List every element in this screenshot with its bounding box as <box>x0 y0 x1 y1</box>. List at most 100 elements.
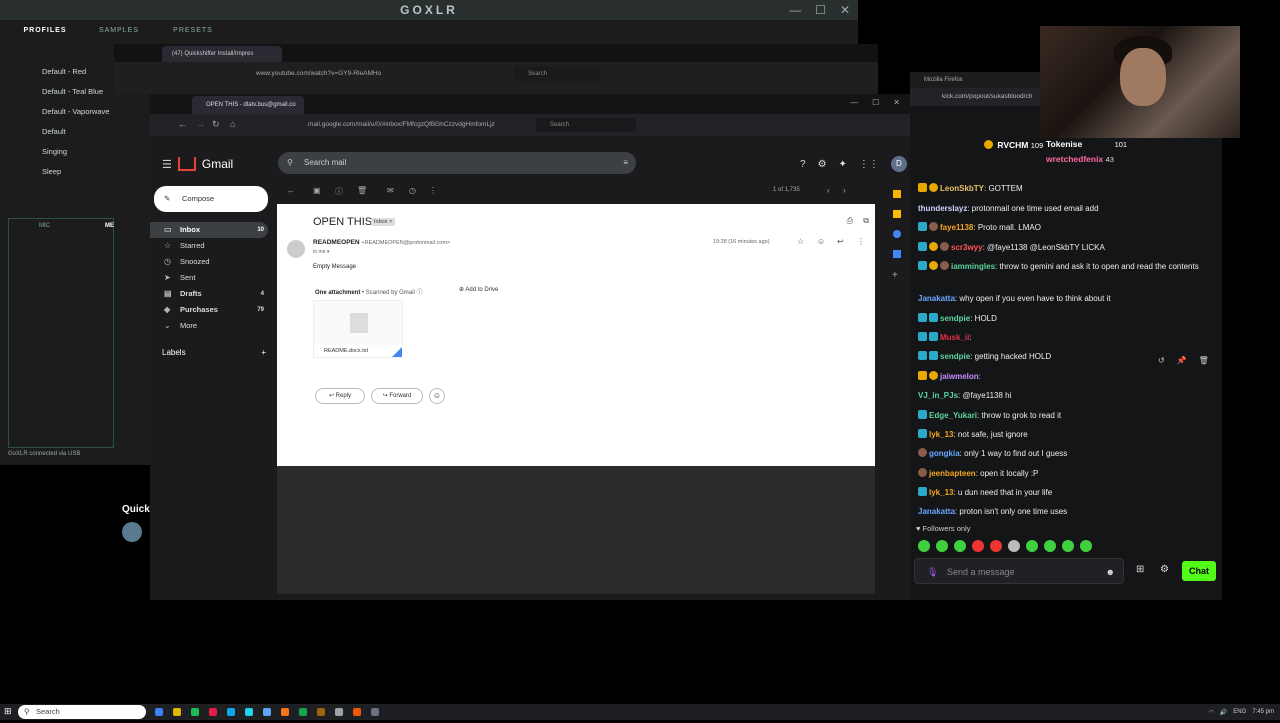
chat-message[interactable]: jeenbapteen: open it locally :P <box>918 468 1216 480</box>
spotify-icon[interactable] <box>191 708 199 716</box>
maximize-icon[interactable]: ☐ <box>815 3 826 17</box>
reload-icon[interactable]: ↻ <box>212 119 220 130</box>
chat-message[interactable]: lyk_13: not safe, just ignore <box>918 429 1216 441</box>
gear-icon[interactable]: ⚙ <box>1160 564 1169 575</box>
minimize-icon[interactable]: — <box>850 98 858 107</box>
emote-icon[interactable] <box>954 540 966 552</box>
archive-icon[interactable]: ▣ <box>313 186 321 195</box>
chat-username[interactable]: VJ_in_PJs <box>918 391 958 400</box>
profile-item[interactable]: Sleep <box>8 162 114 182</box>
yt-tab[interactable]: (47) Quickshifter Install/Impres <box>162 46 282 62</box>
mic-icon[interactable]: 🎙 <box>927 559 938 585</box>
taskbar-search[interactable]: ⚲ Search <box>18 705 146 719</box>
tab-mic[interactable]: MIC <box>39 223 50 229</box>
star-icon[interactable]: ☆ <box>797 237 804 246</box>
more-options-icon[interactable]: ⋮ <box>857 237 865 246</box>
chat-send-button[interactable]: Chat <box>1182 561 1216 581</box>
search-mail-input[interactable]: ⚲ Search mail ≡ <box>278 152 636 174</box>
chat-username[interactable]: Janakatta <box>918 507 955 516</box>
emoji-icon[interactable]: ☻ <box>1106 559 1115 585</box>
chat-message[interactable]: Janakatta: why open if you even have to … <box>918 293 1216 305</box>
filter-icon[interactable]: ≡ <box>623 152 628 174</box>
emote-icon[interactable] <box>1044 540 1056 552</box>
pin-icon[interactable]: 📌 <box>1177 356 1187 365</box>
next-icon[interactable]: › <box>843 186 846 195</box>
app-icon[interactable] <box>335 708 343 716</box>
chat-message[interactable]: Edge_Yukari: throw to grok to read it <box>918 410 1216 422</box>
tab-mic-2[interactable]: ME <box>105 223 114 229</box>
chat-username[interactable]: sendpie <box>940 352 970 361</box>
sidebar-item-sent[interactable]: ➤ Sent <box>150 270 268 286</box>
recipient-line[interactable]: to me ▾ <box>313 249 329 255</box>
gemini-icon[interactable]: ✦ <box>839 159 847 170</box>
emote-icon[interactable] <box>1008 540 1020 552</box>
chat-message[interactable]: gongkia: only 1 way to find out I guess <box>918 448 1216 460</box>
gm-tab[interactable]: OPEN THIS - dlatv.bus@gmail.co <box>192 96 304 114</box>
profile-item[interactable]: Default <box>8 122 114 142</box>
app-icon[interactable] <box>245 708 253 716</box>
sidebar-item-drafts[interactable]: ▤ Drafts 4 <box>150 286 268 302</box>
emoji-react-button[interactable]: ☺ <box>429 388 445 404</box>
chat-message[interactable]: Musk_ii: <box>918 332 1216 344</box>
profile-item[interactable]: Singing <box>8 142 114 162</box>
contacts-icon[interactable] <box>893 250 901 258</box>
explorer-icon[interactable] <box>173 708 181 716</box>
keep-icon[interactable] <box>893 210 901 218</box>
sidebar-item-more[interactable]: ⌄ More <box>150 318 268 334</box>
sidebar-item-purchases[interactable]: ◈ Purchases 79 <box>150 302 268 318</box>
profile-item[interactable]: Default - Teal Blue <box>8 82 114 102</box>
app-icon[interactable] <box>209 708 217 716</box>
attachment-card[interactable]: README.docx.txt <box>313 300 404 358</box>
send-message-input[interactable]: 🎙 Send a message ☻ <box>914 558 1124 584</box>
close-icon[interactable]: ✕ <box>840 3 850 17</box>
minimize-icon[interactable]: — <box>789 3 801 17</box>
add-addon-icon[interactable]: + <box>892 270 902 281</box>
gift-icon[interactable]: ⊞ <box>1136 564 1144 575</box>
yt-url[interactable]: www.youtube.com/watch?v=GY9-RleAMHo <box>256 67 484 81</box>
chat-username[interactable]: scr3wyy <box>951 243 983 252</box>
emote-icon[interactable] <box>1062 540 1074 552</box>
wifi-icon[interactable]: ◠ <box>1209 709 1214 716</box>
chat-message[interactable]: scr3wyy: @faye1138 @LeonSkbTY LICKA <box>918 242 1216 254</box>
forward-icon[interactable]: → <box>196 119 205 129</box>
maximize-icon[interactable]: ☐ <box>872 98 879 107</box>
apps-grid-icon[interactable]: ⋮⋮ <box>859 159 879 170</box>
volume-icon[interactable]: 🔊 <box>1220 709 1227 716</box>
app-icon[interactable] <box>353 708 361 716</box>
delete-icon[interactable]: 🗑 <box>357 186 367 195</box>
chat-username[interactable]: gongkia <box>929 449 960 458</box>
chat-username[interactable]: jeenbapteen <box>929 469 976 478</box>
reply-button[interactable]: ↩ Reply <box>315 388 365 404</box>
gear-icon[interactable]: ⚙ <box>818 159 827 170</box>
yt-search-box[interactable]: Search <box>514 67 600 81</box>
chat-username[interactable]: iammingles <box>951 262 995 271</box>
gm-url[interactable]: mail.google.com/mail/u/0/#inbox/FMfcgzQf… <box>268 118 528 132</box>
profile-item[interactable]: Default - Vaporwave <box>8 102 114 122</box>
chat-message[interactable]: Janakatta: proton isn't only one time us… <box>918 506 1216 518</box>
chat-username[interactable]: thunderslayz <box>918 204 967 213</box>
gm-browser-search[interactable]: Search <box>536 118 636 132</box>
chat-username[interactable]: lyk_13 <box>929 488 953 497</box>
app-icon[interactable] <box>263 708 271 716</box>
tab-samples[interactable]: SAMPLES <box>82 27 156 34</box>
tasks-icon[interactable] <box>893 230 901 238</box>
chat-message[interactable]: thunderslayz: protonmail one time used e… <box>918 203 1216 215</box>
home-icon[interactable]: ⌂ <box>230 119 235 129</box>
chat-message[interactable]: LeonSkbTY: GOTTEM <box>918 183 1216 195</box>
prev-icon[interactable]: ‹ <box>827 186 830 195</box>
chat-username[interactable]: sendpie <box>940 314 970 323</box>
chat-message[interactable]: faye1138: Proto mall. LMAO <box>918 222 1216 234</box>
help-icon[interactable]: ? <box>800 159 806 170</box>
chat-username[interactable]: LeonSkbTY <box>940 184 984 193</box>
chat-message[interactable]: VJ_in_PJs: @faye1138 hi <box>918 390 1216 402</box>
emote-icon[interactable] <box>918 540 930 552</box>
avatar[interactable]: D <box>890 156 907 172</box>
profile-item[interactable]: Default - Red <box>8 62 114 82</box>
app-icon[interactable] <box>317 708 325 716</box>
inbox-label-chip[interactable]: Inbox × <box>371 218 396 226</box>
emote-icon[interactable] <box>990 540 1002 552</box>
chat-username[interactable]: Musk_ii <box>940 333 969 342</box>
add-to-drive-button[interactable]: ⊕ Add to Drive <box>459 286 498 293</box>
back-to-inbox-icon[interactable]: ← <box>287 186 295 195</box>
open-new-window-icon[interactable]: ⧉ <box>863 216 869 226</box>
